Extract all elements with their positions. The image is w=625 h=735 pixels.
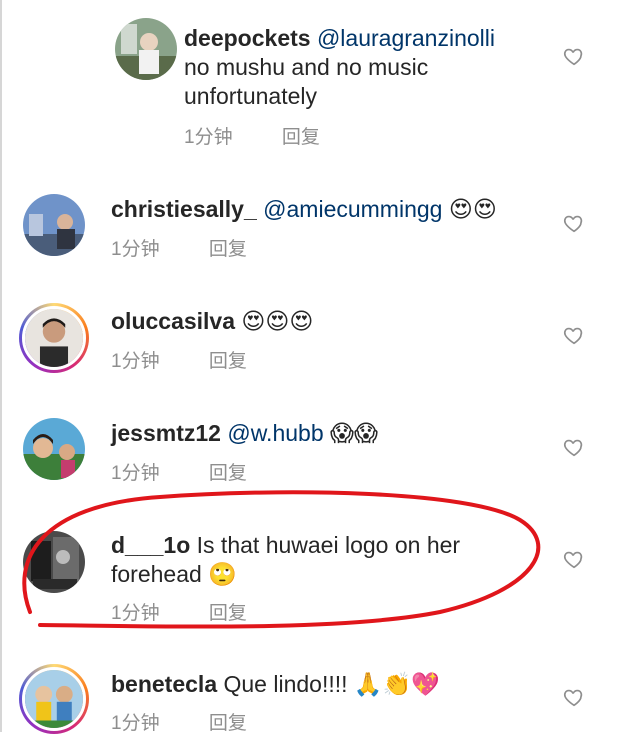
comment-time: 1分钟 <box>111 463 160 484</box>
heart-outline-icon[interactable] <box>563 212 585 234</box>
avatar[interactable] <box>23 194 85 256</box>
comment-username[interactable]: d___1o <box>111 532 190 558</box>
comment-username[interactable]: olucca​silva <box>111 308 235 334</box>
comment-username[interactable]: jessmtz12 <box>111 420 221 446</box>
heart-outline-icon[interactable] <box>563 436 585 458</box>
comment-body-line2: unfortunately <box>184 83 317 109</box>
comment-emojis: 🙄 <box>208 561 237 587</box>
avatar-image <box>22 306 86 370</box>
avatar[interactable] <box>23 418 85 480</box>
avatar[interactable] <box>19 664 89 734</box>
comment-emojis: 😍😍😍 <box>241 308 314 334</box>
avatar[interactable] <box>19 303 89 373</box>
reply-button[interactable]: 回复 <box>209 351 247 372</box>
reply-button[interactable]: 回复 <box>209 463 247 484</box>
comment-meta: 1分钟 回复 <box>111 234 291 261</box>
heart-outline-icon[interactable] <box>563 45 585 67</box>
comment-meta: 1分钟 回复 <box>111 458 291 485</box>
comment-mention[interactable]: @amiecummingg <box>263 196 442 222</box>
comment-time: 1分钟 <box>111 239 160 260</box>
comment-mention[interactable]: @lauragranzinolli <box>317 25 495 51</box>
comment-text: benetecla Que lindo!!!! 🙏👏💖 <box>111 670 571 699</box>
comment-meta: 1分钟 回复 <box>111 708 291 735</box>
reply-button[interactable]: 回复 <box>209 603 247 624</box>
comment-emojis: 😱😱 <box>330 420 378 446</box>
avatar[interactable] <box>115 18 177 80</box>
left-border <box>0 0 2 732</box>
comment-time: 1分钟 <box>111 351 160 372</box>
heart-outline-icon[interactable] <box>563 548 585 570</box>
reply-button[interactable]: 回复 <box>209 239 247 260</box>
comment-body-line1: Que lindo!!!! <box>223 671 348 697</box>
comment-meta: 1分钟 回复 <box>184 122 364 149</box>
heart-outline-icon[interactable] <box>563 686 585 708</box>
comment-username[interactable]: christiesally_ <box>111 196 257 222</box>
comment-meta: 1分钟 回复 <box>111 346 291 373</box>
heart-outline-icon[interactable] <box>563 324 585 346</box>
comment-body-line1: no mushu and no music <box>184 54 429 80</box>
reply-button[interactable]: 回复 <box>282 127 320 148</box>
comment-meta: 1分钟 回复 <box>111 598 291 625</box>
comment-mention[interactable]: @w.hubb <box>227 420 323 446</box>
comment-text: olucca​silva 😍😍😍 <box>111 307 571 336</box>
comment-time: 1分钟 <box>184 127 233 148</box>
comment-text: deepockets @lauragranzinolli no mushu an… <box>184 24 544 111</box>
comment-text: christiesally_ @amiecummingg 😍😍 <box>111 195 571 224</box>
comment-text: jessmtz12 @w.hubb 😱😱 <box>111 419 571 448</box>
comment-time: 1分钟 <box>111 603 160 624</box>
comment-emojis: 😍😍 <box>448 196 497 222</box>
comment-body-line1: Is that huwaei logo on her <box>196 532 461 558</box>
comment-emojis: 🙏👏💖 <box>353 671 440 697</box>
comment-time: 1分钟 <box>111 713 160 734</box>
comment-text: d___1o Is that huwaei logo on her forehe… <box>111 531 491 589</box>
comment-username[interactable]: deepockets <box>184 25 311 51</box>
comment-body-line2: forehead <box>111 561 202 587</box>
avatar-image <box>22 667 86 731</box>
avatar[interactable] <box>23 531 85 593</box>
comment-username[interactable]: benetecla <box>111 671 217 697</box>
reply-button[interactable]: 回复 <box>209 713 247 734</box>
